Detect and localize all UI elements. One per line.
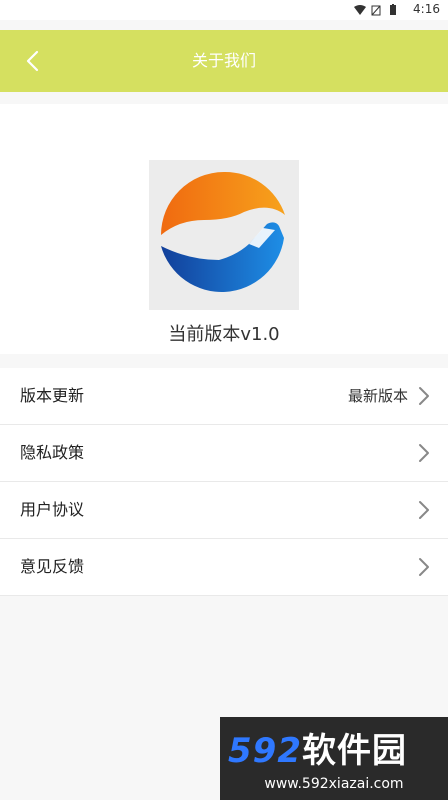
menu-item-label: 意见反馈: [20, 557, 85, 576]
wifi-icon: [354, 5, 366, 15]
menu-item-label: 隐私政策: [20, 443, 85, 462]
menu-item-label: 版本更新: [20, 386, 85, 405]
menu-item-label: 用户协议: [20, 500, 85, 519]
chevron-right-icon: [419, 558, 429, 576]
menu-item-feedback[interactable]: 意见反馈: [0, 539, 448, 596]
chevron-right-icon: [419, 444, 429, 462]
battery-icon: [390, 5, 396, 15]
site-watermark: 592软件园 www.592xiazai.com: [220, 717, 448, 800]
settings-list: 版本更新 最新版本 隐私政策 用户协议 意见反馈: [0, 368, 448, 596]
status-bar: 4:16: [0, 0, 448, 20]
app-version: 当前版本v1.0: [168, 324, 280, 345]
menu-item-privacy-policy[interactable]: 隐私政策: [0, 425, 448, 482]
page-title: 关于我们: [191, 51, 256, 70]
app-logo: [149, 160, 299, 310]
chevron-right-icon: [419, 501, 429, 519]
status-time: 4:16: [413, 2, 440, 16]
app-bar: 关于我们: [0, 30, 448, 92]
menu-item-user-agreement[interactable]: 用户协议: [0, 482, 448, 539]
watermark-brand: 592软件园: [228, 731, 407, 771]
app-info-card: 当前版本v1.0: [0, 104, 448, 354]
status-icons: [354, 4, 396, 16]
watermark-url: www.592xiazai.com: [264, 776, 404, 792]
chevron-right-icon: [419, 387, 429, 405]
menu-item-value: 最新版本: [347, 387, 408, 405]
menu-item-version-update[interactable]: 版本更新 最新版本: [0, 368, 448, 425]
